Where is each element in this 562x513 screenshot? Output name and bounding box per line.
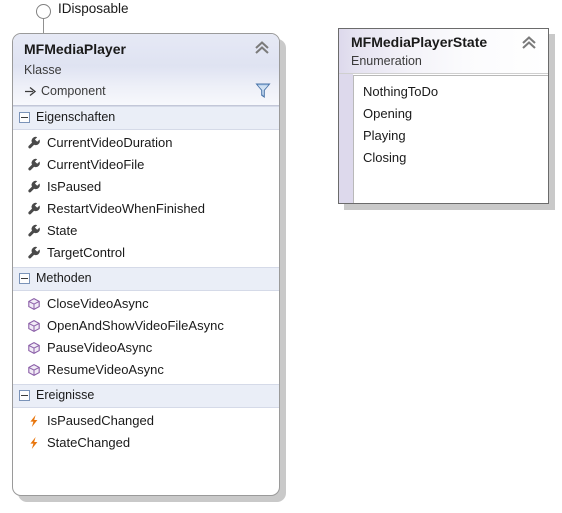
member-list-methods: CloseVideoAsync OpenAndShowVideoFileAsyn… bbox=[13, 291, 279, 384]
member-label: TargetControl bbox=[47, 245, 126, 260]
class-shape-mfmediaplayer[interactable]: MFMediaPlayer Klasse Component Eigenscha… bbox=[12, 33, 280, 496]
wrench-property-icon bbox=[28, 158, 40, 171]
list-item[interactable]: StateChanged bbox=[13, 432, 279, 454]
funnel-filter-icon[interactable] bbox=[255, 82, 271, 99]
list-item[interactable]: RestartVideoWhenFinished bbox=[13, 198, 279, 220]
chevron-double-up-icon[interactable] bbox=[520, 35, 538, 51]
section-header-events[interactable]: Ereignisse bbox=[13, 384, 279, 408]
minus-box-icon[interactable] bbox=[19, 112, 30, 123]
class-header[interactable]: MFMediaPlayer Klasse Component bbox=[13, 34, 279, 106]
list-item[interactable]: CloseVideoAsync bbox=[13, 293, 279, 315]
section-label-events: Ereignisse bbox=[36, 388, 95, 402]
minus-box-icon[interactable] bbox=[19, 390, 30, 401]
list-item[interactable]: PauseVideoAsync bbox=[13, 337, 279, 359]
interface-lollipop-connector[interactable]: IDisposable bbox=[24, 1, 224, 36]
lollipop-circle-icon bbox=[36, 4, 51, 19]
class-title: MFMediaPlayer bbox=[24, 41, 126, 57]
member-label: OpenAndShowVideoFileAsync bbox=[47, 318, 224, 333]
list-item[interactable]: CurrentVideoDuration bbox=[13, 132, 279, 154]
interface-label: IDisposable bbox=[58, 1, 129, 16]
member-label: CurrentVideoDuration bbox=[47, 135, 173, 150]
member-label: CloseVideoAsync bbox=[47, 296, 149, 311]
wrench-property-icon bbox=[28, 180, 40, 193]
list-item[interactable]: State bbox=[13, 220, 279, 242]
wrench-property-icon bbox=[28, 246, 40, 259]
wrench-property-icon bbox=[28, 202, 40, 215]
enum-member-list: NothingToDo Opening Playing Closing bbox=[353, 75, 548, 203]
section-label-properties: Eigenschaften bbox=[36, 110, 116, 124]
member-list-events: IsPausedChanged StateChanged bbox=[13, 408, 279, 457]
member-label: CurrentVideoFile bbox=[47, 157, 145, 172]
list-item[interactable]: IsPausedChanged bbox=[13, 410, 279, 432]
class-stereotype: Klasse bbox=[24, 63, 62, 77]
member-label: IsPausedChanged bbox=[47, 413, 154, 428]
list-item[interactable]: OpenAndShowVideoFileAsync bbox=[13, 315, 279, 337]
cube-method-icon bbox=[28, 363, 40, 377]
list-item[interactable]: Playing bbox=[354, 125, 548, 147]
member-label: ResumeVideoAsync bbox=[47, 362, 164, 377]
cube-method-icon bbox=[28, 297, 40, 311]
enum-shape-mfmediaplayerstate[interactable]: MFMediaPlayerState Enumeration NothingTo… bbox=[338, 28, 549, 204]
chevron-double-up-icon[interactable] bbox=[253, 40, 271, 56]
list-item[interactable]: Closing bbox=[354, 147, 548, 169]
wrench-property-icon bbox=[28, 224, 40, 237]
member-label: State bbox=[47, 223, 78, 238]
member-list-properties: CurrentVideoDuration CurrentVideoFile Is… bbox=[13, 130, 279, 267]
cube-method-icon bbox=[28, 341, 40, 355]
cube-method-icon bbox=[28, 319, 40, 333]
member-label: IsPaused bbox=[47, 179, 102, 194]
section-header-properties[interactable]: Eigenschaften bbox=[13, 106, 279, 130]
class-base-type: Component bbox=[41, 84, 106, 98]
lightning-event-icon bbox=[30, 437, 38, 449]
wrench-property-icon bbox=[28, 136, 40, 149]
list-item[interactable]: IsPaused bbox=[13, 176, 279, 198]
list-item[interactable]: TargetControl bbox=[13, 242, 279, 264]
list-item[interactable]: CurrentVideoFile bbox=[13, 154, 279, 176]
section-label-methods: Methoden bbox=[36, 271, 92, 285]
enum-title: MFMediaPlayerState bbox=[351, 34, 488, 50]
member-label: RestartVideoWhenFinished bbox=[47, 201, 206, 216]
list-item[interactable]: NothingToDo bbox=[354, 81, 548, 103]
list-item[interactable]: Opening bbox=[354, 103, 548, 125]
inheritance-arrow-icon bbox=[25, 86, 37, 97]
minus-box-icon[interactable] bbox=[19, 273, 30, 284]
member-label: PauseVideoAsync bbox=[47, 340, 153, 355]
enum-header[interactable]: MFMediaPlayerState Enumeration bbox=[339, 29, 548, 74]
enum-stereotype: Enumeration bbox=[351, 54, 422, 68]
list-item[interactable]: ResumeVideoAsync bbox=[13, 359, 279, 381]
lightning-event-icon bbox=[30, 415, 38, 427]
section-header-methods[interactable]: Methoden bbox=[13, 267, 279, 291]
member-label: StateChanged bbox=[47, 435, 131, 450]
